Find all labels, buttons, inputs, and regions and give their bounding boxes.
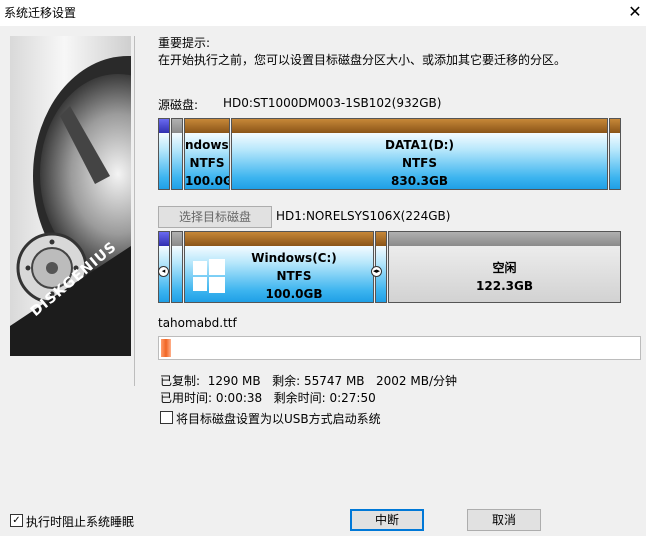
copied-value: 1290 MB — [207, 374, 261, 388]
source-partition-windows[interactable]: ndows( NTFS 100.0GB — [184, 118, 230, 190]
usb-boot-checkbox[interactable] — [160, 411, 173, 424]
source-disk-name: HD0:ST1000DM003-1SB102(932GB) — [223, 96, 442, 110]
hint-text: 在开始执行之前，您可以设置目标磁盘分区大小、或添加其它要迁移的分区。 — [158, 53, 567, 67]
source-small-partition-2[interactable] — [171, 118, 183, 190]
time-stats: 已用时间: 0:00:38 剩余时间: 0:27:50 — [160, 389, 376, 406]
resize-handle-icon[interactable]: ◂▸ — [371, 266, 382, 277]
target-partition-free-name: 空闲 — [492, 261, 517, 275]
target-small-partition-2[interactable] — [171, 231, 183, 303]
target-partition-windows[interactable]: Windows(C:) NTFS 100.0GB — [184, 231, 374, 303]
source-small-partition-3[interactable] — [609, 118, 621, 190]
cancel-button[interactable]: 取消 — [467, 509, 541, 531]
remaining-label: 剩余: — [272, 374, 301, 388]
usb-boot-label[interactable]: 将目标磁盘设置为以USB方式启动系统 — [176, 410, 381, 427]
target-partition-windows-size: 100.0GB — [265, 287, 323, 301]
source-partition-data1[interactable]: DATA1(D:) NTFS 830.3GB — [231, 118, 608, 190]
source-small-partition-1[interactable] — [158, 118, 170, 190]
source-partition-windows-size: 100.0GB — [185, 174, 229, 188]
remaining-value: 55747 MB — [303, 374, 365, 388]
divider — [134, 36, 135, 386]
copied-label: 已复制: — [160, 374, 201, 388]
target-partition-free[interactable]: 空闲 122.3GB — [388, 231, 621, 303]
diskgenius-side-image: DISKGENIUS — [10, 36, 131, 356]
source-partition-windows-fs: NTFS — [189, 156, 225, 170]
time-left-value: 0:27:50 — [329, 391, 376, 405]
window-title: 系统迁移设置 — [4, 6, 77, 20]
resize-handle-icon[interactable]: ◂ — [158, 266, 169, 277]
target-disk-name: HD1:NORELSYS106X(224GB) — [276, 209, 451, 223]
abort-button[interactable]: 中断 — [350, 509, 424, 531]
hint-title: 重要提示: — [158, 36, 211, 50]
title-bar — [0, 0, 646, 26]
elapsed-value: 0:00:38 — [215, 391, 263, 405]
current-file: tahomabd.ttf — [158, 316, 237, 330]
source-partition-data1-name: DATA1(D:) — [385, 138, 454, 152]
source-partition-data1-fs: NTFS — [401, 156, 438, 170]
copied-stats: 已复制: 1290 MB 剩余: 55747 MB 2002 MB/分钟 — [160, 372, 457, 389]
progress-bar — [158, 336, 641, 360]
target-partition-free-size: 122.3GB — [476, 279, 533, 293]
source-partition-data1-size: 830.3GB — [391, 174, 448, 188]
target-partition-windows-fs: NTFS — [276, 269, 312, 283]
elapsed-label: 已用时间: — [160, 391, 213, 405]
prevent-sleep-label[interactable]: 执行时阻止系统睡眠 — [26, 513, 134, 530]
speed-value: 2002 MB/分钟 — [376, 374, 457, 388]
target-partition-windows-name: Windows(C:) — [251, 251, 337, 265]
progress-fill — [161, 339, 171, 357]
source-partition-windows-name: ndows( — [185, 138, 230, 152]
select-target-disk-button[interactable]: 选择目标磁盘 — [158, 206, 272, 228]
close-icon[interactable]: ✕ — [626, 2, 644, 21]
prevent-sleep-checkbox[interactable]: ✓ — [10, 514, 23, 527]
source-disk-label: 源磁盘: — [158, 98, 199, 112]
time-left-label: 剩余时间: — [273, 391, 326, 405]
